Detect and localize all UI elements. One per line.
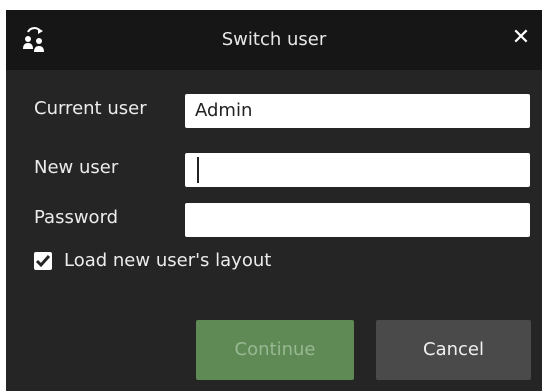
text-caret: [197, 157, 199, 183]
new-user-input[interactable]: [185, 153, 530, 187]
load-layout-checkbox[interactable]: [34, 252, 52, 270]
cancel-button[interactable]: Cancel: [376, 320, 531, 380]
password-input[interactable]: [185, 203, 530, 237]
new-user-label: New user: [34, 157, 119, 178]
dialog-title: Switch user: [221, 29, 327, 50]
dialog-titlebar: Switch user ✕: [6, 10, 542, 70]
close-icon[interactable]: ✕: [508, 24, 534, 52]
current-user-field[interactable]: Admin: [185, 94, 530, 128]
current-user-label: Current user: [34, 98, 147, 119]
switch-user-dialog: Switch user ✕ Current user Admin New use…: [0, 0, 545, 391]
continue-button[interactable]: Continue: [196, 320, 354, 380]
password-label: Password: [34, 207, 119, 228]
checkmark-icon: [35, 255, 51, 268]
load-layout-label[interactable]: Load new user's layout: [64, 250, 271, 271]
